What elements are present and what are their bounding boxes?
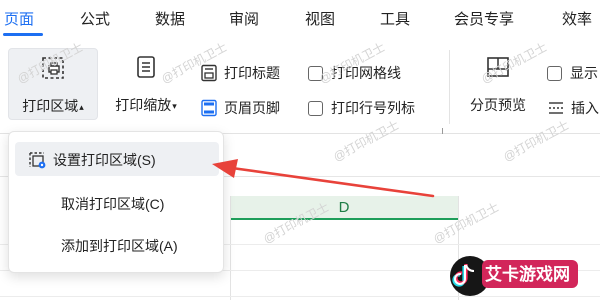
print-area-dropdown-menu: 设置打印区域(S) 取消打印区域(C) 添加到打印区域(A) <box>8 131 224 273</box>
menu-item-add-to-print-area[interactable]: 添加到打印区域(A) <box>15 228 219 262</box>
menu-item-label: 取消打印区域(C) <box>61 196 165 212</box>
chevron-down-icon: ▾ <box>172 101 177 111</box>
print-gridlines-checkbox[interactable] <box>308 65 323 81</box>
menu-item-label: 添加到打印区域(A) <box>61 238 178 254</box>
print-area-icon <box>42 57 64 79</box>
show-option[interactable]: 显示 <box>547 62 598 84</box>
print-gridlines-option[interactable]: 打印网格线 <box>308 62 401 84</box>
print-scale-icon <box>137 56 155 78</box>
menu-item-cancel-print-area[interactable]: 取消打印区域(C) <box>15 186 219 220</box>
show-checkbox[interactable] <box>547 65 562 81</box>
show-label: 显示 <box>570 65 598 81</box>
page-break-preview-icon <box>487 57 509 77</box>
page-break-preview-label: 分页预览 <box>470 97 526 113</box>
insert-page-break-icon <box>549 102 563 114</box>
tab-efficiency[interactable]: 效率 <box>562 8 592 29</box>
print-area-label: 打印区域 <box>22 98 79 114</box>
print-row-col-headers-checkbox[interactable] <box>308 100 323 116</box>
print-row-col-headers-option[interactable]: 打印行号列标 <box>308 97 415 119</box>
tab-page[interactable]: 页面 <box>4 8 34 29</box>
logo-text: 艾卡游戏网 <box>485 265 570 284</box>
tab-data[interactable]: 数据 <box>155 8 185 29</box>
tab-member[interactable]: 会员专享 <box>454 8 514 29</box>
set-print-area-icon <box>29 152 46 169</box>
grid-line <box>230 196 231 300</box>
tab-review[interactable]: 审阅 <box>229 8 259 29</box>
print-scale-button[interactable]: 打印缩放▾ <box>102 48 190 120</box>
site-logo: 艾卡游戏网 <box>430 250 600 300</box>
print-row-col-headers-label: 打印行号列标 <box>331 100 415 116</box>
print-titles-button[interactable]: 打印标题 <box>200 62 280 84</box>
header-footer-button[interactable]: 页眉页脚 <box>200 97 280 119</box>
ribbon-group-divider <box>449 50 450 124</box>
tab-formula[interactable]: 公式 <box>80 8 110 29</box>
print-area-button[interactable]: 打印区域▴ <box>8 48 98 120</box>
tab-tools[interactable]: 工具 <box>380 8 410 29</box>
header-footer-icon <box>201 99 217 117</box>
print-titles-label: 打印标题 <box>224 65 280 81</box>
chevron-up-icon: ▴ <box>79 102 84 112</box>
print-scale-label: 打印缩放 <box>115 97 172 113</box>
header-footer-label: 页眉页脚 <box>224 100 280 116</box>
print-titles-icon <box>201 64 217 82</box>
ribbon-toolbar: 打印区域▴ 打印缩放▾ 打印标题 页眉页脚 打印网格线 打印行号列标 分页预览 … <box>0 38 600 135</box>
ribbon-tab-bar: 页面 公式 数据 审阅 视图 工具 会员专享 效率 <box>0 0 600 38</box>
column-header-d-label: D <box>338 199 350 216</box>
insert-page-break-button[interactable]: 插入 <box>547 97 599 119</box>
menu-item-set-print-area[interactable]: 设置打印区域(S) <box>15 142 219 176</box>
insert-label: 插入 <box>571 100 599 116</box>
column-header-d[interactable]: D <box>230 196 458 220</box>
page-break-preview-button[interactable]: 分页预览 <box>460 48 536 120</box>
active-tab-indicator <box>3 33 43 36</box>
print-gridlines-label: 打印网格线 <box>331 65 401 81</box>
menu-item-label: 设置打印区域(S) <box>53 152 156 168</box>
tab-view[interactable]: 视图 <box>305 8 335 29</box>
